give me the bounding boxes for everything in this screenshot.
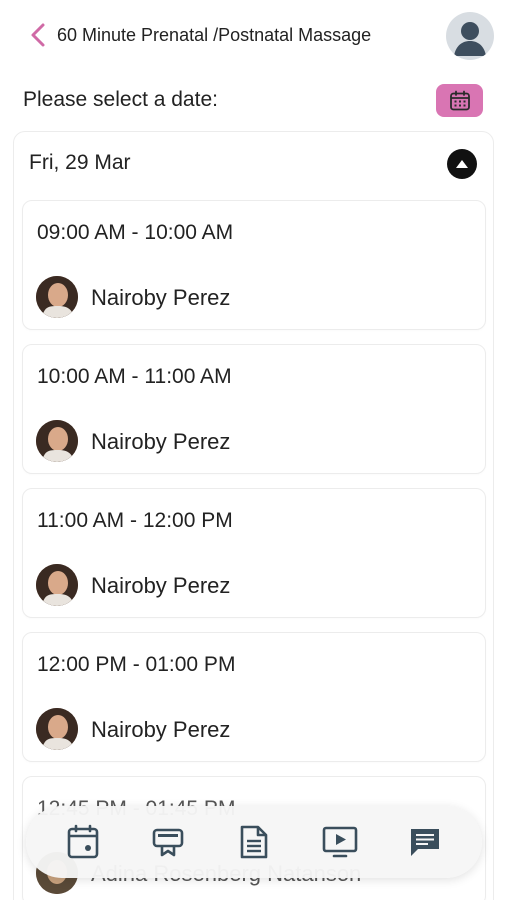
chat-icon [411,829,440,856]
staff-avatar [36,708,78,750]
nav-classes[interactable] [146,820,190,864]
classes-icon [153,828,184,857]
collapse-button[interactable] [447,149,477,179]
time-slot[interactable]: 10:00 AM - 11:00 AM Nairoby Perez [22,344,486,474]
slot-time: 09:00 AM - 10:00 AM [37,221,234,244]
date-group-card: Fri, 29 Mar 09:00 AM - 10:00 AM Nairoby … [13,131,494,900]
bottom-nav [26,806,482,878]
staff-name: Nairoby Perez [91,573,231,598]
calendar-icon [67,824,99,859]
staff-name: Nairoby Perez [91,717,231,742]
nav-calendar[interactable] [61,820,105,864]
time-slot[interactable]: 09:00 AM - 10:00 AM Nairoby Perez [22,200,486,330]
nav-chat[interactable] [403,820,447,864]
header: 60 Minute Prenatal /Postnatal Massage [0,0,507,74]
user-avatar-icon[interactable] [446,12,494,60]
staff-name: Nairoby Perez [91,429,231,454]
slot-time: 11:00 AM - 12:00 PM [37,509,233,532]
document-icon [240,825,268,859]
staff-avatar [36,564,78,606]
date-prompt: Please select a date: [23,88,218,111]
slot-time: 10:00 AM - 11:00 AM [37,365,232,388]
chevron-left-icon[interactable] [28,22,48,48]
time-slot[interactable]: 11:00 AM - 12:00 PM Nairoby Perez [22,488,486,618]
staff-avatar [36,420,78,462]
date-group-label: Fri, 29 Mar [29,151,131,174]
staff-name: Nairoby Perez [91,285,231,310]
app-screen: 60 Minute Prenatal /Postnatal Massage Pl… [0,0,507,900]
calendar-icon [449,90,470,110]
nav-videos[interactable] [318,820,362,864]
nav-documents[interactable] [232,820,276,864]
time-slot[interactable]: 12:00 PM - 01:00 PM Nairoby Perez [22,632,486,762]
calendar-button[interactable] [436,84,483,117]
video-icon [322,826,357,858]
slot-time: 12:00 PM - 01:00 PM [37,653,236,676]
staff-avatar [36,276,78,318]
chevron-up-circle-icon [456,160,468,168]
page-title: 60 Minute Prenatal /Postnatal Massage [57,25,372,45]
